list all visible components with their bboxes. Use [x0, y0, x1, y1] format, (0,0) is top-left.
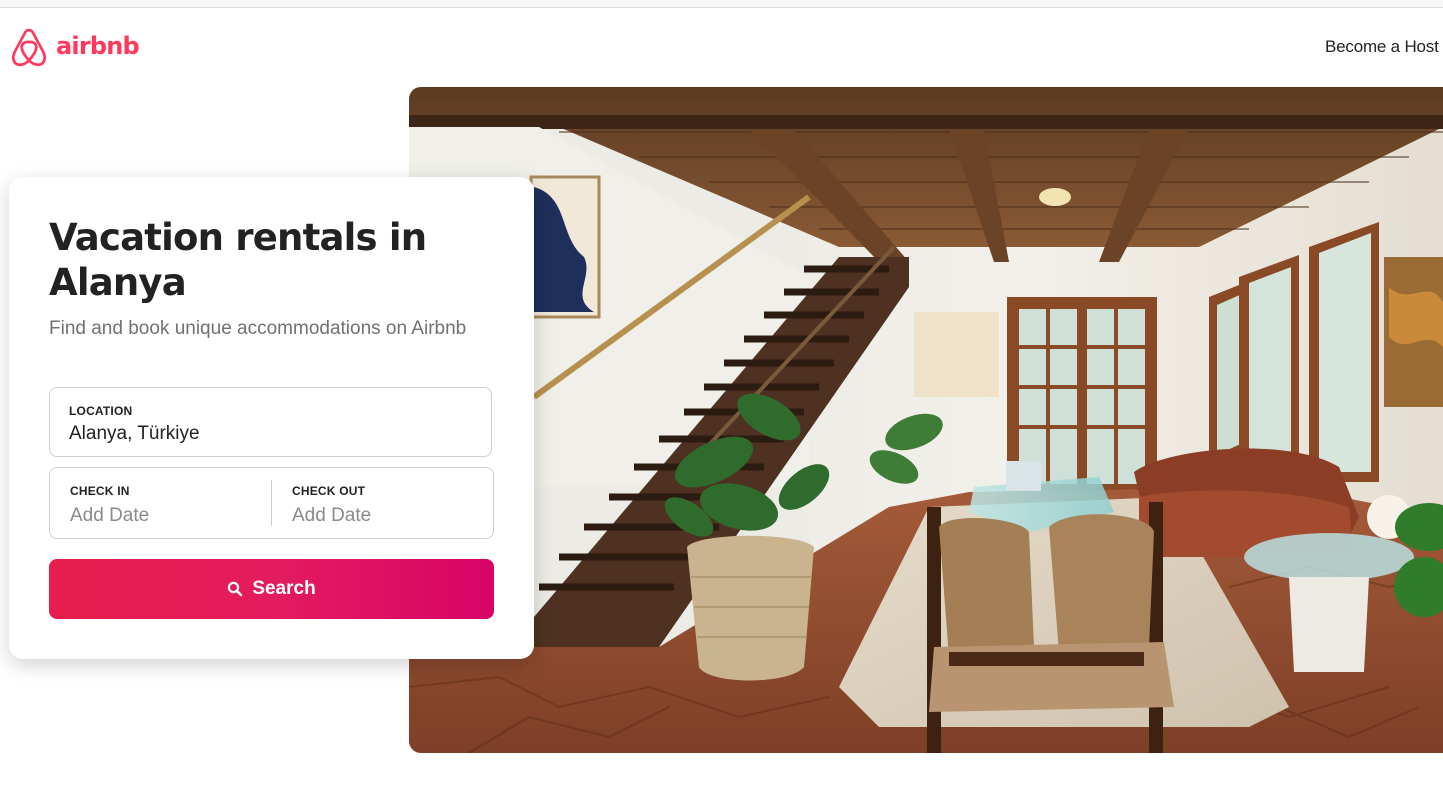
search-button-label: Search — [252, 578, 316, 599]
search-card: Vacation rentals in Alanya Find and book… — [9, 177, 534, 659]
site-header: airbnb Become a Host — [0, 8, 1443, 84]
location-label: LOCATION — [69, 404, 133, 418]
hero-photo — [409, 87, 1443, 753]
browser-top-edge — [0, 0, 1443, 8]
logo-wordmark: airbnb — [56, 31, 140, 60]
airbnb-belo-icon — [11, 28, 47, 67]
check-out-input[interactable]: Add Date — [292, 505, 371, 527]
become-a-host-link[interactable]: Become a Host — [1325, 37, 1439, 57]
search-button[interactable]: Search — [49, 559, 494, 619]
date-divider — [271, 480, 272, 526]
location-input[interactable]: Alanya, Türkiye — [69, 423, 200, 445]
search-icon — [227, 581, 243, 597]
page-subtitle: Find and book unique accommodations on A… — [49, 318, 467, 339]
dates-field-group: CHECK IN Add Date CHECK OUT Add Date — [49, 467, 494, 539]
page-title: Vacation rentals in Alanya — [49, 216, 427, 304]
check-in-label: CHECK IN — [70, 484, 130, 498]
check-out-label: CHECK OUT — [292, 484, 366, 498]
airbnb-logo[interactable]: airbnb — [11, 28, 140, 67]
check-in-input[interactable]: Add Date — [70, 505, 149, 527]
location-field[interactable]: LOCATION Alanya, Türkiye — [49, 387, 492, 457]
